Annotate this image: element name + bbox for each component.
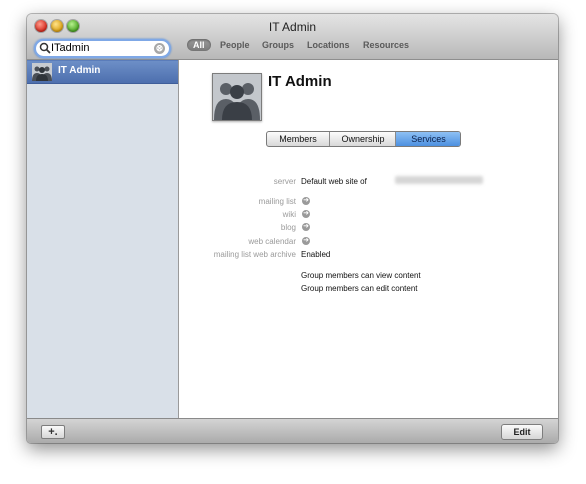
filter-resources[interactable]: Resources bbox=[363, 40, 409, 50]
sidebar: IT Admin bbox=[27, 60, 179, 418]
web-calendar-label: web calendar bbox=[248, 237, 296, 246]
redacted-server-name bbox=[395, 176, 483, 184]
search-field[interactable]: ITadmin ⊗ bbox=[34, 39, 171, 58]
search-icon bbox=[39, 42, 51, 54]
blog-go-icon[interactable]: ➜ bbox=[302, 223, 310, 231]
edit-button[interactable]: Edit bbox=[501, 424, 543, 440]
server-value: Default web site of bbox=[301, 177, 367, 186]
mailing-list-label: mailing list bbox=[258, 197, 296, 206]
mailing-list-go-icon[interactable]: ➜ bbox=[302, 197, 310, 205]
title-bar: IT Admin ITadmin ⊗ All People Groups Loc… bbox=[27, 14, 558, 60]
server-label: server bbox=[273, 177, 296, 186]
detail-tab-control: Members Ownership Services bbox=[266, 131, 461, 147]
filter-locations[interactable]: Locations bbox=[307, 40, 350, 50]
tab-services[interactable]: Services bbox=[395, 132, 460, 146]
group-title: IT Admin bbox=[268, 73, 332, 90]
filter-groups[interactable]: Groups bbox=[262, 40, 294, 50]
sidebar-item-label: IT Admin bbox=[58, 65, 101, 76]
group-avatar-icon bbox=[212, 73, 262, 121]
blog-label: blog bbox=[280, 223, 296, 232]
tab-members[interactable]: Members bbox=[267, 132, 329, 146]
group-icon bbox=[32, 63, 52, 81]
sidebar-item-it-admin[interactable]: IT Admin bbox=[27, 60, 178, 84]
window: IT Admin ITadmin ⊗ All People Groups Loc… bbox=[27, 14, 558, 443]
wiki-label: wiki bbox=[282, 210, 296, 219]
add-button[interactable]: +. bbox=[41, 425, 65, 439]
tab-ownership[interactable]: Ownership bbox=[329, 132, 396, 146]
clear-search-icon[interactable]: ⊗ bbox=[154, 43, 165, 54]
mailing-list-web-archive-value: Enabled bbox=[301, 250, 331, 259]
mailing-list-web-archive-label: mailing list web archive bbox=[213, 250, 296, 259]
filter-all[interactable]: All bbox=[187, 39, 211, 51]
permission-edit-content: Group members can edit content bbox=[301, 284, 418, 293]
wiki-go-icon[interactable]: ➜ bbox=[302, 210, 310, 218]
search-input-value: ITadmin bbox=[51, 42, 90, 54]
detail-pane: IT Admin Members Ownership Services serv… bbox=[179, 60, 558, 418]
bottom-toolbar: +. Edit bbox=[27, 418, 558, 443]
web-calendar-go-icon[interactable]: ➜ bbox=[302, 237, 310, 245]
window-title: IT Admin bbox=[268, 20, 317, 34]
filter-people[interactable]: People bbox=[220, 40, 250, 50]
permission-view-content: Group members can view content bbox=[301, 271, 421, 280]
